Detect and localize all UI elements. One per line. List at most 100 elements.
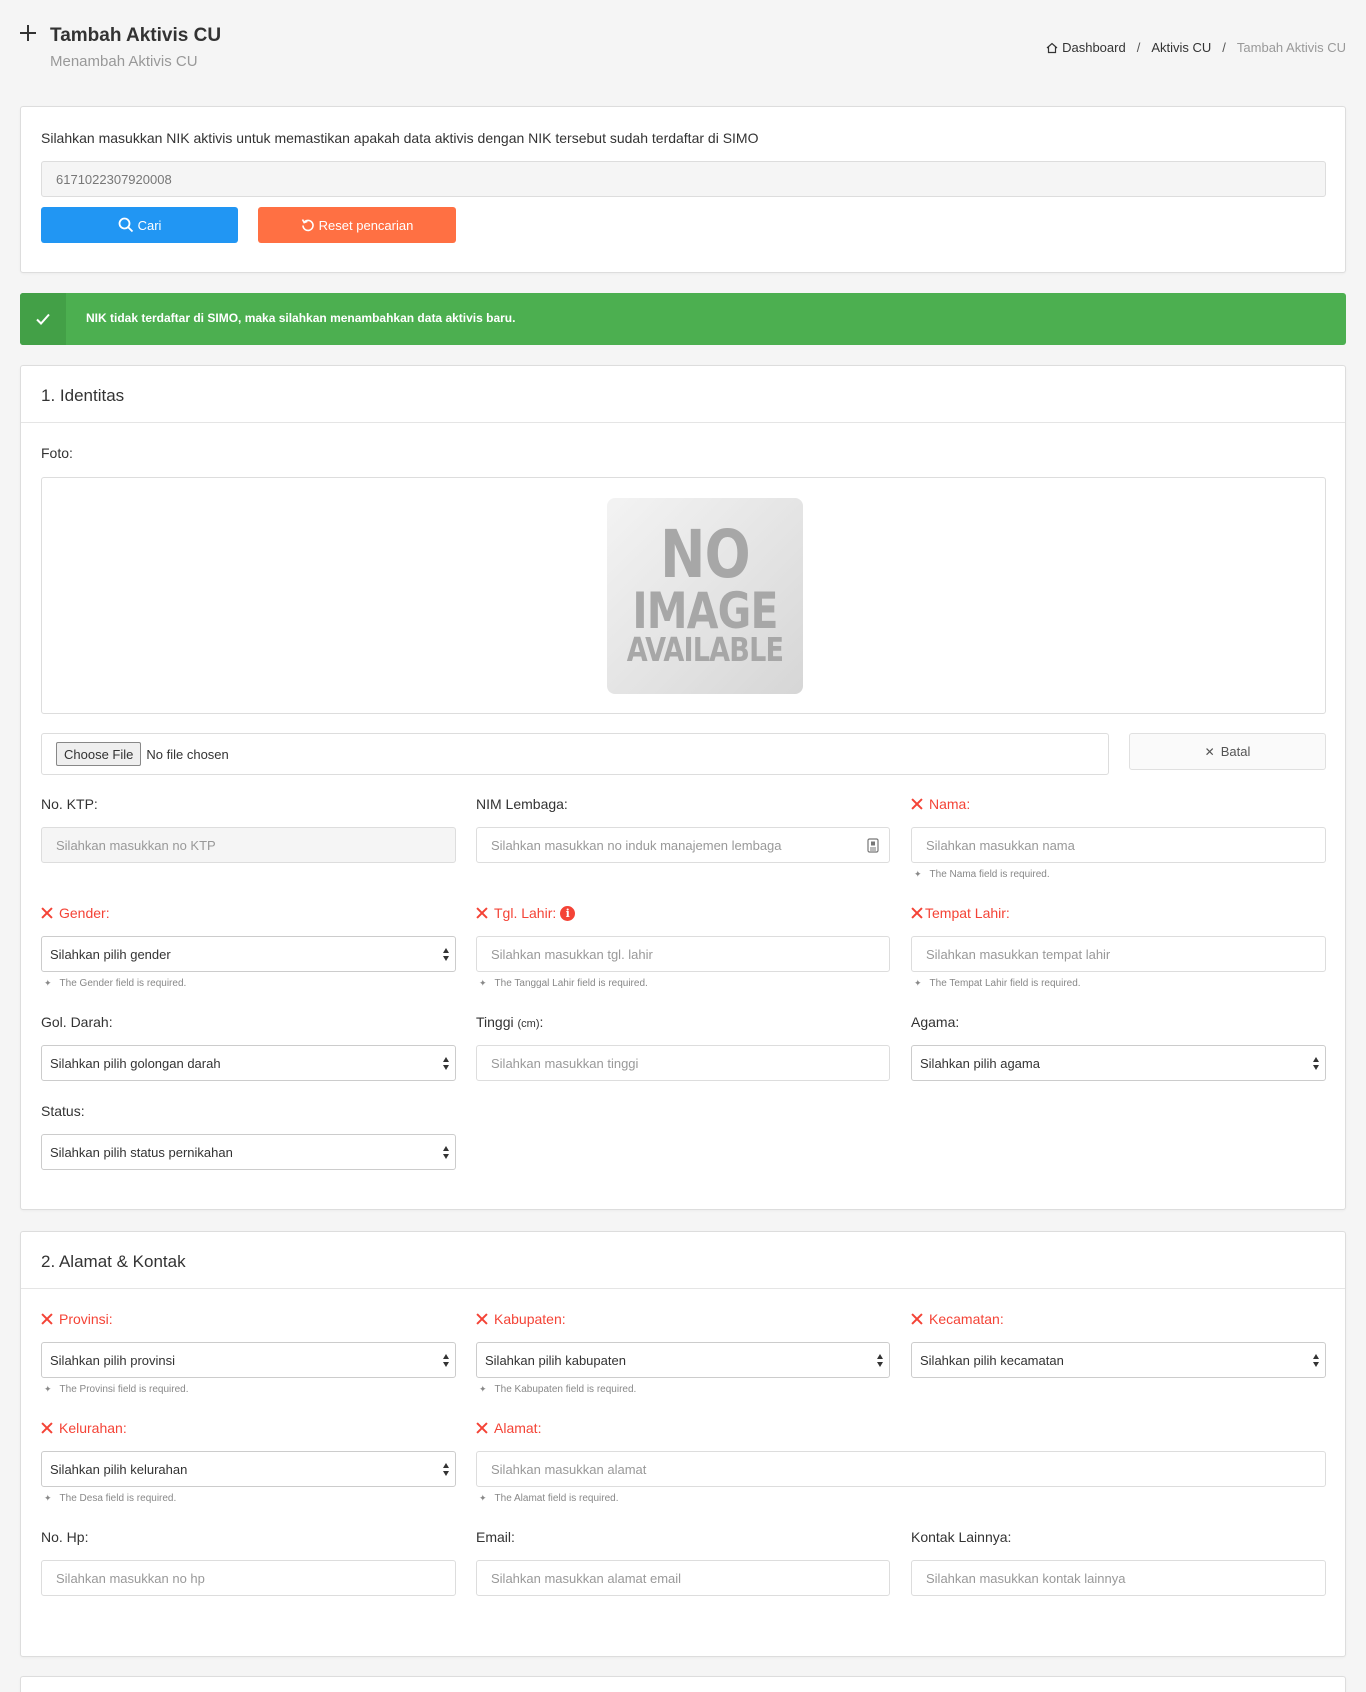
bullet-icon: ✦ — [44, 1384, 52, 1394]
search-button[interactable]: Cari — [41, 207, 238, 243]
email-input[interactable]: Silahkan masukkan alamat email — [476, 1560, 890, 1596]
reset-button-label: Reset pencarian — [318, 217, 414, 233]
provinsi-select[interactable]: Silahkan pilih provinsi — [41, 1342, 456, 1378]
gender-error: ✦ The Gender field is required. — [44, 978, 186, 989]
select-arrows-icon — [443, 1057, 450, 1071]
status-select[interactable]: Silahkan pilih status pernikahan — [41, 1134, 456, 1170]
select-arrows-icon — [443, 1463, 450, 1477]
gender-select[interactable]: Silahkan pilih gender — [41, 936, 456, 972]
select-arrows-icon — [877, 1354, 884, 1368]
identitas-panel: 1. Identitas Foto: NO IMAGE AVAILABLE Ch… — [20, 365, 1346, 1210]
select-arrows-icon — [443, 948, 450, 962]
choose-file-button[interactable]: Choose File — [56, 742, 142, 766]
kontak-lainnya-label: Kontak Lainnya: — [911, 1529, 1012, 1545]
tinggi-label: Tinggi (cm): — [476, 1014, 543, 1030]
tgl-lahir-input[interactable]: Silahkan masukkan tgl. lahir — [476, 936, 890, 972]
nim-lembaga-label: NIM Lembaga: — [476, 796, 568, 812]
panel-divider — [21, 1288, 1345, 1289]
provinsi-error: ✦ The Provinsi field is required. — [44, 1384, 189, 1395]
breadcrumb-current: Tambah Aktivis CU — [1236, 40, 1346, 55]
select-arrows-icon — [443, 1354, 450, 1368]
page-title: Tambah Aktivis CU — [50, 25, 222, 46]
kelurahan-selected: Silahkan pilih kelurahan — [50, 1461, 188, 1477]
page-header: Tambah Aktivis CU Menambah Aktivis CU Da… — [0, 0, 1366, 90]
kabupaten-label-text: Kabupaten: — [494, 1311, 566, 1327]
check-icon — [36, 313, 50, 325]
identitas-title: 1. Identitas — [41, 386, 125, 405]
kabupaten-selected: Silahkan pilih kabupaten — [485, 1352, 626, 1368]
status-label: Status: — [41, 1103, 85, 1119]
required-x-icon — [911, 907, 923, 919]
kabupaten-label: Kabupaten: — [476, 1311, 566, 1327]
gol-darah-label: Gol. Darah: — [41, 1014, 113, 1030]
info-icon[interactable]: i — [560, 905, 576, 921]
required-x-icon — [911, 1313, 923, 1325]
kecamatan-selected: Silahkan pilih kecamatan — [920, 1352, 1064, 1368]
alamat-error: ✦ The Alamat field is required. — [479, 1493, 619, 1504]
tgl-lahir-error: ✦ The Tanggal Lahir field is required. — [479, 978, 648, 989]
alamat-label: Alamat: — [476, 1420, 541, 1436]
plus-icon — [19, 24, 37, 42]
kelurahan-error: ✦ The Desa field is required. — [44, 1493, 176, 1504]
alamat-input[interactable]: Silahkan masukkan alamat — [476, 1451, 1326, 1487]
photo-file-input[interactable]: Choose File No file chosen — [41, 733, 1109, 775]
breadcrumb-separator: / — [1136, 40, 1141, 55]
required-x-icon — [41, 1422, 53, 1434]
reset-search-button[interactable]: Reset pencarian — [258, 207, 456, 243]
kelurahan-select[interactable]: Silahkan pilih kelurahan — [41, 1451, 456, 1487]
provinsi-label: Provinsi: — [41, 1311, 113, 1327]
required-x-icon — [476, 1422, 488, 1434]
tinggi-colon: : — [539, 1014, 544, 1030]
nim-lembaga-input[interactable]: Silahkan masukkan no induk manajemen lem… — [476, 827, 890, 863]
search-icon — [118, 217, 133, 233]
kelurahan-label-text: Kelurahan: — [59, 1420, 127, 1436]
bullet-icon: ✦ — [479, 1493, 487, 1503]
gol-darah-selected: Silahkan pilih golongan darah — [50, 1055, 221, 1071]
agama-selected: Silahkan pilih agama — [920, 1055, 1040, 1071]
bullet-icon: ✦ — [914, 978, 922, 988]
breadcrumb-dashboard[interactable]: Dashboard — [1062, 40, 1126, 55]
nim-lembaga-placeholder: Silahkan masukkan no induk manajemen lem… — [491, 837, 782, 853]
no-hp-label: No. Hp: — [41, 1529, 89, 1545]
tinggi-label-text: Tinggi — [476, 1014, 514, 1030]
kecamatan-select[interactable]: Silahkan pilih kecamatan — [911, 1342, 1326, 1378]
breadcrumb-aktivis-cu[interactable]: Aktivis CU — [1151, 40, 1211, 55]
tgl-lahir-label-text: Tgl. Lahir: — [494, 905, 557, 921]
nama-error: ✦ The Nama field is required. — [914, 869, 1050, 880]
alamat-label-text: Alamat: — [494, 1420, 542, 1436]
tinggi-input[interactable]: Silahkan masukkan tinggi — [476, 1045, 890, 1081]
select-arrows-icon — [443, 1146, 450, 1160]
nik-search-input[interactable]: 6171022307920008 — [41, 161, 1326, 197]
nama-input[interactable]: Silahkan masukkan nama — [911, 827, 1326, 863]
no-hp-input[interactable]: Silahkan masukkan no hp — [41, 1560, 456, 1596]
search-panel: Silahkan masukkan NIK aktivis untuk mema… — [20, 106, 1346, 273]
alamat-panel: 2. Alamat & Kontak Provinsi: Silahkan pi… — [20, 1231, 1346, 1657]
agama-select[interactable]: Silahkan pilih agama — [911, 1045, 1326, 1081]
kontak-lainnya-input[interactable]: Silahkan masukkan kontak lainnya — [911, 1560, 1326, 1596]
file-status: No file chosen — [146, 746, 229, 762]
provinsi-selected: Silahkan pilih provinsi — [50, 1352, 176, 1368]
no-ktp-input[interactable]: Silahkan masukkan no KTP — [41, 827, 456, 863]
required-x-icon — [476, 907, 488, 919]
batal-button[interactable]: ✕ Batal — [1129, 733, 1326, 770]
bullet-icon: ✦ — [914, 869, 922, 879]
kabupaten-error: ✦ The Kabupaten field is required. — [479, 1384, 636, 1395]
gender-label: Gender: — [41, 905, 110, 921]
no-image-text: AVAILABLE — [626, 630, 784, 669]
search-description: Silahkan masukkan NIK aktivis untuk mema… — [41, 130, 759, 146]
kabupaten-error-text: The Kabupaten field is required. — [494, 1384, 637, 1395]
panel-divider — [21, 422, 1345, 423]
tempat-lahir-label-text: Tempat Lahir: — [925, 905, 1010, 921]
nama-label: Nama: — [911, 796, 970, 812]
kelurahan-error-text: The Desa field is required. — [59, 1493, 177, 1504]
tempat-lahir-input[interactable]: Silahkan masukkan tempat lahir — [911, 936, 1326, 972]
kabupaten-select[interactable]: Silahkan pilih kabupaten — [476, 1342, 890, 1378]
id-card-icon — [867, 838, 879, 853]
no-image-placeholder: NO IMAGE AVAILABLE — [607, 498, 803, 694]
tgl-lahir-error-text: The Tanggal Lahir field is required. — [494, 978, 648, 989]
status-selected: Silahkan pilih status pernikahan — [50, 1144, 233, 1160]
kelurahan-label: Kelurahan: — [41, 1420, 127, 1436]
success-alert: NIK tidak terdaftar di SIMO, maka silahk… — [20, 293, 1346, 345]
search-button-label: Cari — [137, 217, 162, 233]
gol-darah-select[interactable]: Silahkan pilih golongan darah — [41, 1045, 456, 1081]
